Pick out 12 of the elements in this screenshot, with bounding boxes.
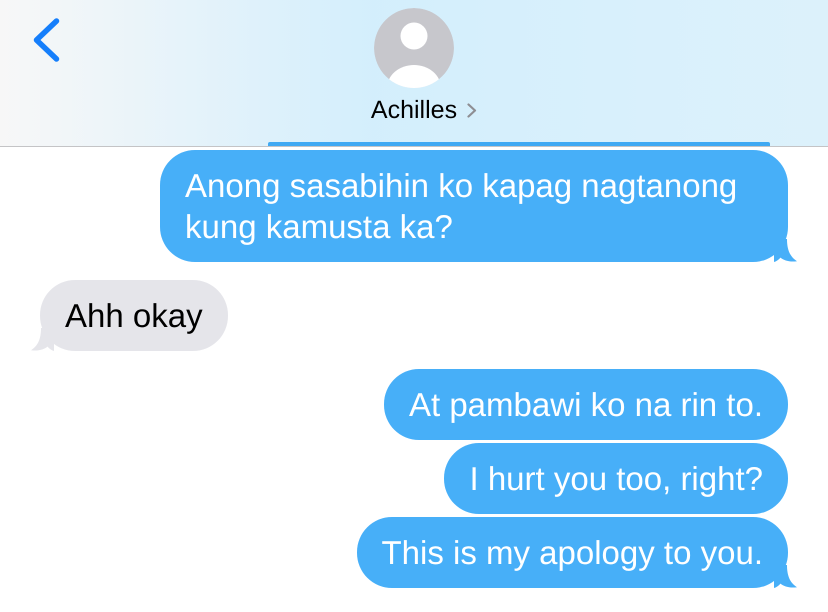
contact-name[interactable]: Achilles	[370, 95, 458, 125]
message-bubble: Anong sasabihin ko kapag nagtanong kung kamusta ka?	[160, 150, 788, 262]
message-bubble: This is my apology to you.	[356, 517, 788, 588]
bubble-tail-icon	[31, 328, 54, 351]
bubble-tail-icon	[774, 239, 797, 262]
message-bubble: At pambawi ko na rin to.	[384, 369, 788, 440]
message-bubble: Ahh okay	[40, 280, 228, 351]
chevron-right-icon[interactable]	[467, 102, 478, 118]
message-bubble: I hurt you too, right?	[444, 443, 788, 514]
avatar-icon[interactable]	[374, 8, 454, 88]
bubble-tail-icon	[774, 565, 797, 588]
back-icon[interactable]	[33, 18, 60, 62]
